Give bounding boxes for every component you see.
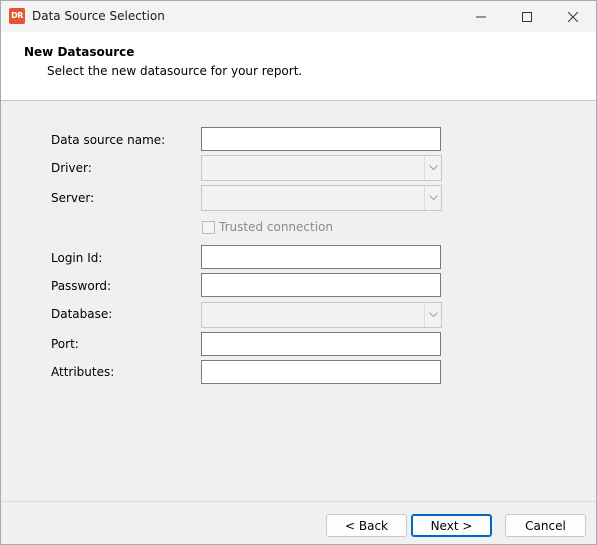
trusted-connection-checkbox[interactable] (202, 220, 215, 234)
trusted-connection-row: Trusted connection (202, 220, 333, 234)
close-button[interactable] (550, 1, 596, 32)
page-title: New Datasource (24, 45, 135, 59)
minimize-button[interactable] (458, 1, 504, 32)
login-id-label: Login Id: (51, 251, 103, 265)
cancel-button[interactable]: Cancel (505, 514, 586, 537)
maximize-icon (522, 11, 532, 22)
port-label: Port: (51, 337, 79, 351)
close-icon (568, 11, 578, 22)
attributes-input[interactable] (201, 360, 441, 384)
chevron-down-icon[interactable] (424, 156, 441, 180)
datasource-name-input[interactable] (201, 127, 441, 151)
driver-label: Driver: (51, 161, 92, 175)
back-button[interactable]: < Back (326, 514, 407, 537)
wizard-footer: < Back Next > Cancel (1, 501, 596, 544)
login-id-input[interactable] (201, 245, 441, 269)
maximize-button[interactable] (504, 1, 550, 32)
title-bar: DR Data Source Selection (1, 1, 596, 32)
server-label: Server: (51, 191, 95, 205)
database-label: Database: (51, 307, 113, 321)
next-button[interactable]: Next > (411, 514, 492, 537)
page-subtitle: Select the new datasource for your repor… (47, 64, 303, 78)
port-input[interactable] (201, 332, 441, 356)
server-dropdown[interactable] (201, 185, 442, 211)
app-logo-icon: DR (9, 8, 25, 24)
wizard-header: New Datasource Select the new datasource… (1, 32, 596, 101)
trusted-connection-label: Trusted connection (219, 220, 333, 234)
driver-dropdown[interactable] (201, 155, 442, 181)
password-input[interactable] (201, 273, 441, 297)
datasource-name-label: Data source name: (51, 133, 166, 147)
attributes-label: Attributes: (51, 365, 115, 379)
database-dropdown[interactable] (201, 302, 442, 328)
chevron-down-icon[interactable] (424, 186, 441, 210)
window-title: Data Source Selection (32, 9, 165, 23)
chevron-down-icon[interactable] (424, 303, 441, 327)
password-label: Password: (51, 279, 112, 293)
minimize-icon (476, 16, 486, 17)
data-source-selection-dialog: DR Data Source Selection New Datasource … (0, 0, 597, 545)
